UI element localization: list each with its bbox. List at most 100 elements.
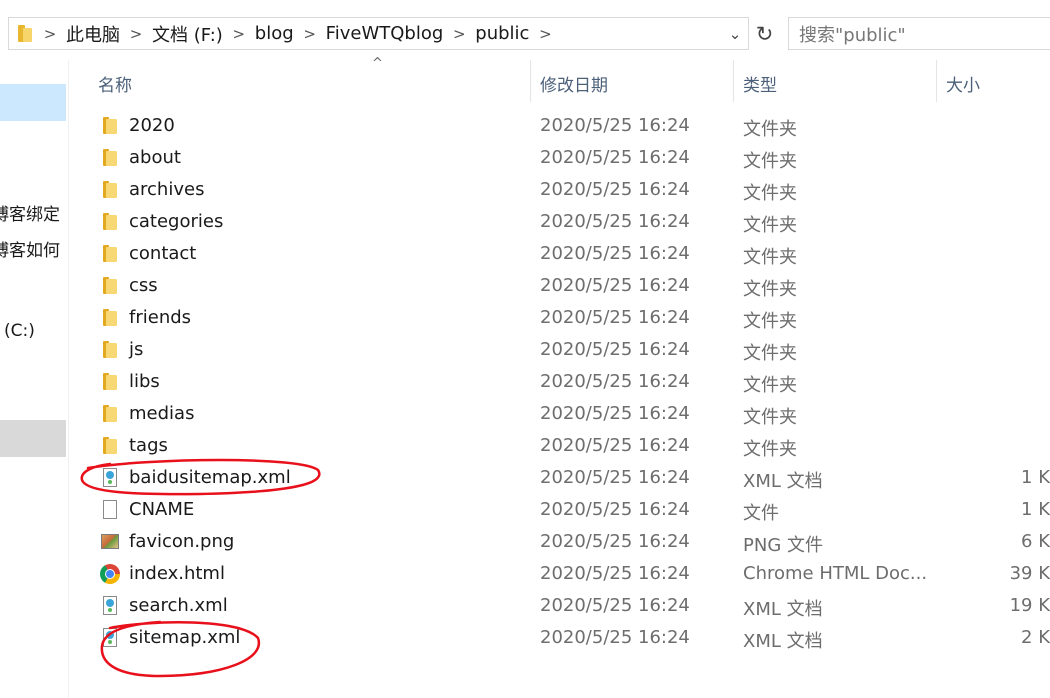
- file-type: 文件夹: [743, 247, 797, 268]
- png-file-icon: [100, 532, 120, 552]
- file-size: 39 K: [1009, 563, 1050, 584]
- folder-icon: [100, 340, 120, 360]
- file-name: 2020: [129, 115, 175, 136]
- file-row[interactable]: sitemap.xml 2020/5/25 16:24 XML 文档 2 K: [70, 622, 1050, 654]
- file-row[interactable]: baidusitemap.xml 2020/5/25 16:24 XML 文档 1 K: [70, 462, 1050, 494]
- file-name: tags: [129, 435, 168, 456]
- column-divider[interactable]: [936, 60, 937, 102]
- file-name: friends: [129, 307, 192, 328]
- file-list: 2020 2020/5/25 16:24 文件夹 about 2020/5/25 16…: [70, 110, 1050, 654]
- file-row[interactable]: index.html 2020/5/25 16:24 Chrome HTML Doc…: [70, 558, 1050, 590]
- file-type: 文件: [743, 503, 779, 524]
- file-type: XML 文档: [743, 631, 823, 652]
- file-row[interactable]: archives 2020/5/25 16:24 文件夹: [70, 174, 1050, 206]
- file-type: Chrome HTML Doc...: [743, 563, 928, 584]
- file-row[interactable]: CNAME 2020/5/25 16:24 文件 1 K: [70, 494, 1050, 526]
- pane-divider[interactable]: [68, 60, 69, 698]
- file-row[interactable]: css 2020/5/25 16:24 文件夹: [70, 270, 1050, 302]
- file-date: 2020/5/25 16:24: [540, 339, 690, 360]
- file-row[interactable]: about 2020/5/25 16:24 文件夹: [70, 142, 1050, 174]
- file-row[interactable]: tags 2020/5/25 16:24 文件夹: [70, 430, 1050, 462]
- file-name: about: [129, 147, 181, 168]
- chevron-right-icon[interactable]: >: [298, 25, 322, 43]
- file-row[interactable]: medias 2020/5/25 16:24 文件夹: [70, 398, 1050, 430]
- file-date: 2020/5/25 16:24: [540, 403, 690, 424]
- nav-item-drive-c[interactable]: (C:): [4, 321, 35, 341]
- breadcrumb-this-pc[interactable]: 此电脑: [62, 21, 124, 47]
- file-date: 2020/5/25 16:24: [540, 179, 690, 200]
- nav-selected-item[interactable]: [0, 84, 66, 121]
- file-name: baidusitemap.xml: [129, 467, 291, 488]
- file-date: 2020/5/25 16:24: [540, 595, 690, 616]
- file-name: medias: [129, 403, 195, 424]
- chevron-right-icon[interactable]: >: [227, 25, 251, 43]
- breadcrumb-public[interactable]: public: [471, 23, 533, 44]
- file-date: 2020/5/25 16:24: [540, 499, 690, 520]
- folder-icon: [18, 25, 32, 42]
- column-header-row: ^ 名称 修改日期 类型 大小: [70, 56, 1050, 102]
- file-row[interactable]: libs 2020/5/25 16:24 文件夹: [70, 366, 1050, 398]
- column-header-date[interactable]: 修改日期: [540, 71, 608, 96]
- file-type: 文件夹: [743, 151, 797, 172]
- file-type: XML 文档: [743, 599, 823, 620]
- file-row[interactable]: categories 2020/5/25 16:24 文件夹: [70, 206, 1050, 238]
- file-date: 2020/5/25 16:24: [540, 563, 690, 584]
- file-row[interactable]: contact 2020/5/25 16:24 文件夹: [70, 238, 1050, 270]
- address-bar[interactable]: > 此电脑 > 文档 (F:) > blog > FiveWTQblog > p…: [8, 17, 749, 50]
- breadcrumb: > 此电脑 > 文档 (F:) > blog > FiveWTQblog > p…: [38, 18, 557, 49]
- file-type: 文件夹: [743, 215, 797, 236]
- file-size: 1 K: [1021, 467, 1050, 488]
- column-header-name[interactable]: 名称: [98, 71, 132, 96]
- column-header-size[interactable]: 大小: [946, 71, 980, 96]
- file-name: categories: [129, 211, 224, 232]
- file-row[interactable]: 2020 2020/5/25 16:24 文件夹: [70, 110, 1050, 142]
- search-input[interactable]: 搜索"public": [788, 17, 1050, 50]
- breadcrumb-blog[interactable]: blog: [251, 23, 298, 44]
- file-row[interactable]: js 2020/5/25 16:24 文件夹: [70, 334, 1050, 366]
- breadcrumb-fivewtqblog[interactable]: FiveWTQblog: [322, 23, 448, 44]
- column-divider[interactable]: [733, 60, 734, 102]
- file-date: 2020/5/25 16:24: [540, 147, 690, 168]
- file-date: 2020/5/25 16:24: [540, 243, 690, 264]
- chevron-down-icon[interactable]: ⌄: [724, 18, 746, 49]
- chevron-right-icon[interactable]: >: [533, 25, 557, 43]
- folder-icon: [100, 404, 120, 424]
- file-date: 2020/5/25 16:24: [540, 275, 690, 296]
- file-row[interactable]: search.xml 2020/5/25 16:24 XML 文档 19 K: [70, 590, 1050, 622]
- navigation-pane: 博客绑定 博客如何 (C:): [0, 60, 66, 698]
- folder-icon: [100, 148, 120, 168]
- file-name: favicon.png: [129, 531, 235, 552]
- folder-icon: [100, 436, 120, 456]
- file-name: js: [129, 339, 144, 360]
- file-name: index.html: [129, 563, 225, 584]
- chrome-icon: [100, 564, 120, 584]
- file-type: 文件夹: [743, 119, 797, 140]
- xml-file-icon: [100, 596, 120, 616]
- breadcrumb-drive-f[interactable]: 文档 (F:): [148, 21, 227, 47]
- nav-hover-item[interactable]: [0, 420, 66, 457]
- xml-file-icon: [100, 468, 120, 488]
- file-date: 2020/5/25 16:24: [540, 435, 690, 456]
- file-type: 文件夹: [743, 343, 797, 364]
- refresh-icon[interactable]: ↻: [752, 17, 777, 50]
- nav-item-blog-howto[interactable]: 博客如何: [0, 236, 60, 261]
- file-row[interactable]: friends 2020/5/25 16:24 文件夹: [70, 302, 1050, 334]
- column-divider[interactable]: [530, 60, 531, 102]
- folder-icon: [100, 244, 120, 264]
- file-name: CNAME: [129, 499, 195, 520]
- file-type: 文件夹: [743, 279, 797, 300]
- file-type: PNG 文件: [743, 535, 823, 556]
- file-row[interactable]: favicon.png 2020/5/25 16:24 PNG 文件 6 K: [70, 526, 1050, 558]
- file-date: 2020/5/25 16:24: [540, 531, 690, 552]
- chevron-right-icon[interactable]: >: [124, 25, 148, 43]
- file-type: 文件夹: [743, 375, 797, 396]
- nav-item-blog-binding[interactable]: 博客绑定: [0, 200, 60, 225]
- sort-ascending-icon: ^: [372, 56, 383, 71]
- folder-icon: [100, 180, 120, 200]
- chevron-right-icon[interactable]: >: [38, 25, 62, 43]
- chevron-right-icon[interactable]: >: [447, 25, 471, 43]
- file-type: 文件夹: [743, 311, 797, 332]
- file-size: 2 K: [1021, 627, 1050, 648]
- column-header-type[interactable]: 类型: [743, 71, 777, 96]
- folder-icon: [100, 116, 120, 136]
